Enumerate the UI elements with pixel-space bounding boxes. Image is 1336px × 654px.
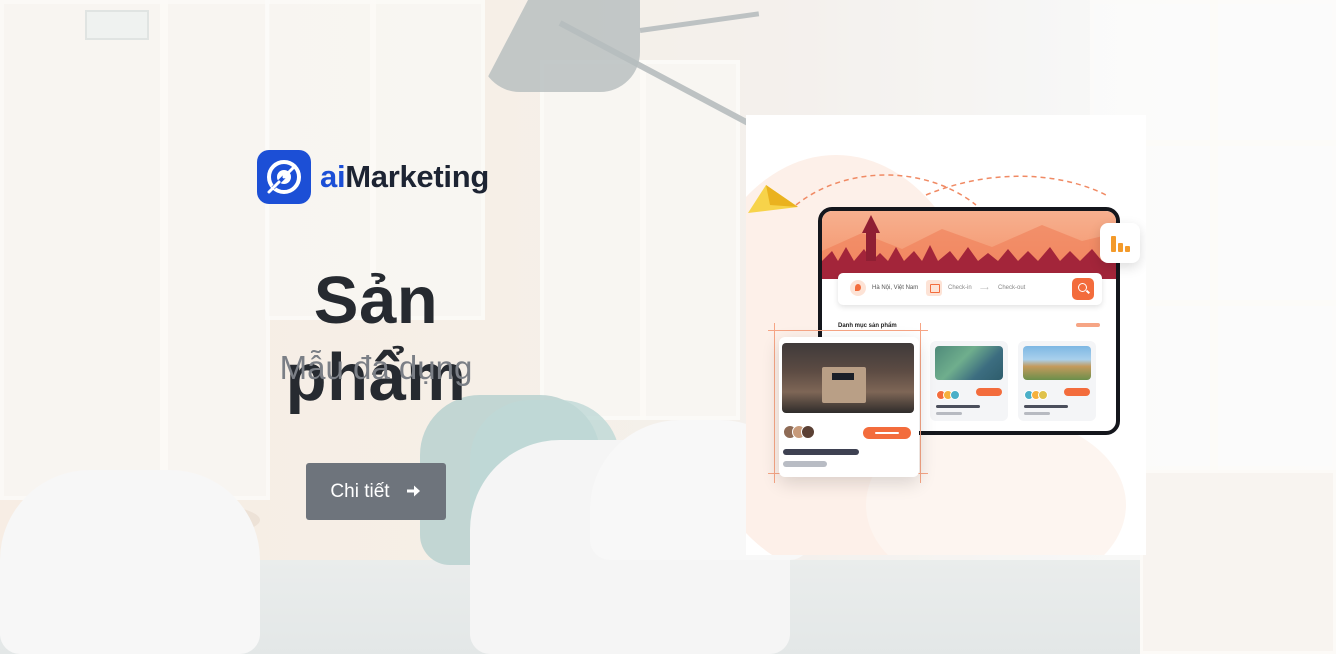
product-tile (930, 341, 1008, 421)
featured-product-card (779, 337, 919, 477)
location-pin-icon (850, 280, 866, 296)
hero-title: Sản phẩm (285, 263, 467, 415)
details-button-label: Chi tiết (330, 480, 390, 502)
check-out-label: Check-out (998, 285, 1026, 291)
check-in-label: Check-in (948, 285, 972, 291)
brand-name-prefix: ai (320, 159, 346, 194)
details-button[interactable]: Chi tiết (306, 463, 446, 520)
landscape-banner (822, 211, 1116, 279)
bar-chart-icon (1100, 223, 1140, 263)
section-title: Danh mục sản phẩm (838, 323, 897, 329)
arrow-right-icon (406, 483, 422, 501)
brand-name: aiMarketing (320, 159, 489, 195)
search-icon (1072, 278, 1094, 300)
shop-front-image (782, 343, 914, 413)
section-more-pill (1076, 323, 1100, 327)
product-illustration: Hà Nội, Việt Nam Check-in ⟶ Check-out Da… (746, 115, 1146, 555)
product-tile (1018, 341, 1096, 421)
date-arrow: ⟶ (980, 286, 989, 292)
hero-subtitle: Mẫu đa dụng (279, 349, 473, 386)
search-bar: Hà Nội, Việt Nam Check-in ⟶ Check-out (838, 273, 1102, 305)
search-location: Hà Nội, Việt Nam (872, 285, 919, 291)
brand-name-suffix: Marketing (345, 159, 489, 194)
brand-logo[interactable]: aiMarketing (257, 150, 489, 204)
target-arrow-icon (257, 150, 311, 204)
calendar-icon (926, 280, 942, 296)
